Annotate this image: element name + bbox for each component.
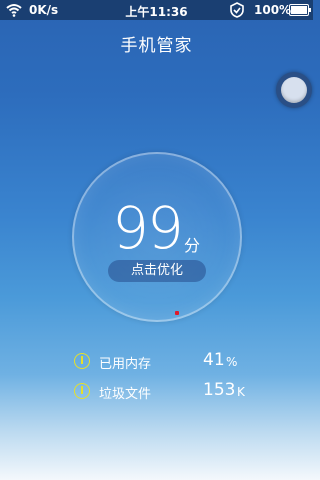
floating-ball-button[interactable]	[276, 72, 312, 108]
app-title: 手机管家	[120, 36, 193, 56]
stat-label: 已用内存	[99, 357, 152, 372]
alarm-icon	[230, 2, 244, 18]
battery-icon	[289, 4, 311, 16]
stat-value: 153	[203, 380, 236, 400]
battery-percent: 100%	[254, 3, 292, 17]
memory-usage-row: 已用内存 41 %	[74, 350, 274, 373]
stat-unit: K	[237, 385, 245, 399]
floating-ball-icon	[281, 77, 307, 103]
warning-icon	[74, 383, 90, 399]
optimize-button[interactable]: 点击优化	[108, 260, 206, 282]
stat-label: 垃圾文件	[99, 387, 152, 402]
indicator-dot	[175, 311, 179, 315]
status-bar: 0K/s 上午11:36 100%	[0, 0, 313, 20]
score-unit: 分	[184, 236, 201, 255]
stat-value: 41	[203, 350, 225, 370]
warning-icon	[74, 353, 90, 369]
score-value: 99	[112, 194, 184, 262]
stat-unit: %	[226, 355, 238, 369]
junk-files-row: 垃圾文件 153 K	[74, 380, 274, 403]
